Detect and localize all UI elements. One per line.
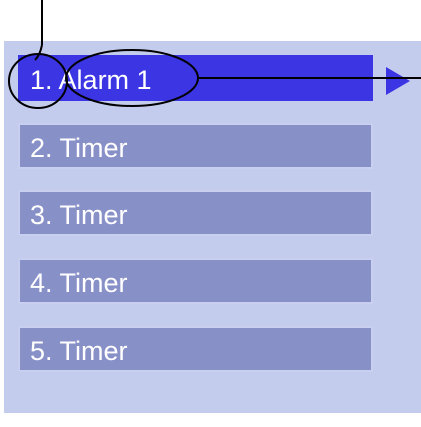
item-number: 4.: [30, 268, 53, 298]
item-number: 5.: [30, 336, 53, 366]
list-item-4[interactable]: 4. Timer: [18, 258, 373, 304]
item-label: Timer: [59, 200, 128, 230]
item-label: Timer: [59, 268, 128, 298]
item-number: 1.: [30, 65, 53, 95]
item-number: 2.: [30, 133, 53, 163]
list-item-2[interactable]: 2. Timer: [18, 123, 373, 169]
item-label: Alarm 1: [58, 65, 152, 95]
list-item-5[interactable]: 5. Timer: [18, 326, 373, 372]
item-label: Timer: [59, 336, 128, 366]
item-number: 3.: [30, 200, 53, 230]
item-label: Timer: [59, 133, 128, 163]
triangle-right-icon[interactable]: [386, 67, 410, 95]
screen: 1. Alarm 1 2. Timer 3. Timer 4. Timer 5.…: [0, 0, 421, 427]
list-item-3[interactable]: 3. Timer: [18, 190, 373, 236]
list-item-1[interactable]: 1. Alarm 1: [18, 55, 373, 101]
